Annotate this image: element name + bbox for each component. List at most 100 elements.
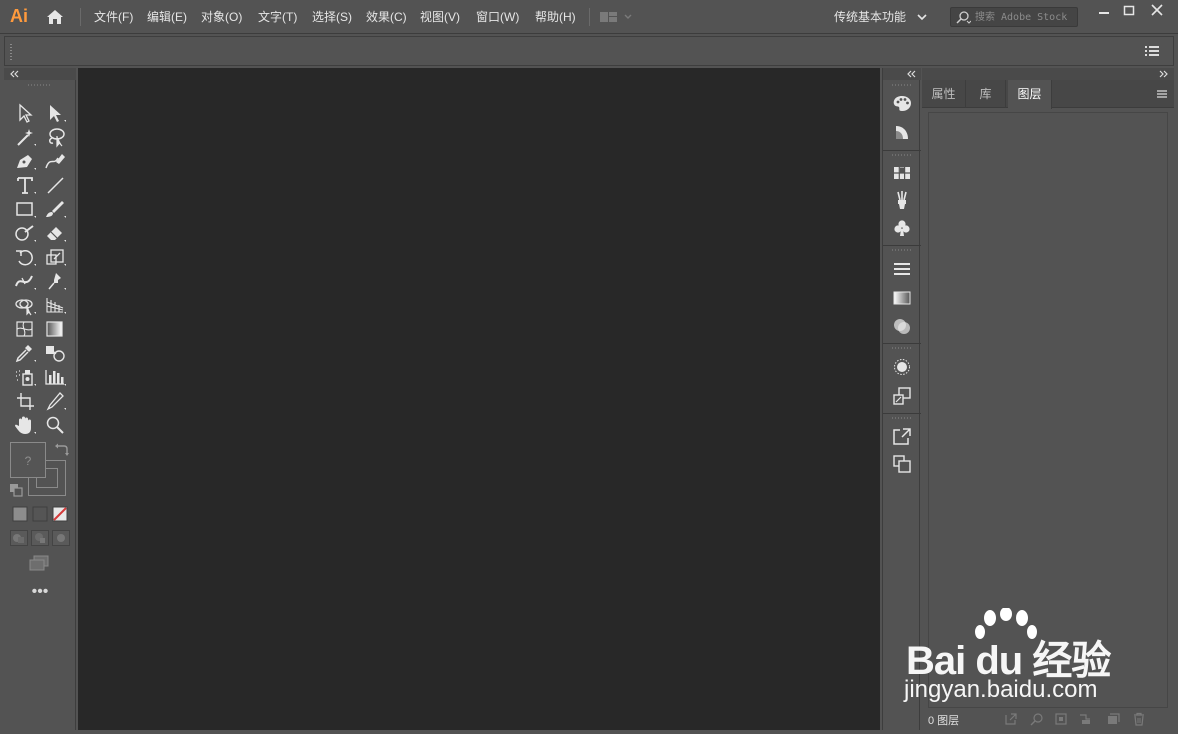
panel-menu-icon[interactable] — [1156, 88, 1168, 100]
grip-icon[interactable] — [892, 84, 912, 87]
draw-inside-icon[interactable] — [52, 530, 70, 546]
symbol-sprayer-tool[interactable] — [12, 366, 38, 388]
stroke-lines-icon[interactable] — [891, 259, 913, 279]
perspective-grid-tool[interactable] — [42, 294, 68, 316]
draw-normal-icon[interactable] — [10, 530, 28, 546]
minimize-icon — [1099, 12, 1109, 14]
symbols-club-icon[interactable] — [891, 218, 913, 238]
direct-selection-tool[interactable] — [42, 102, 68, 124]
draw-behind-icon[interactable] — [31, 530, 49, 546]
menu-edit[interactable]: 编辑(E) — [147, 9, 187, 25]
canvas-area[interactable] — [78, 68, 880, 730]
color-palette-icon[interactable] — [891, 93, 913, 113]
color-mode-icon[interactable] — [12, 506, 28, 522]
grip-icon[interactable] — [28, 84, 52, 87]
tab-layers[interactable]: 图层 — [1008, 80, 1052, 109]
layers-footer: 0 图层 — [922, 710, 1174, 728]
trash-icon[interactable] — [1132, 712, 1146, 726]
gradient-panel-icon[interactable] — [891, 288, 913, 308]
scale-tool[interactable] — [42, 246, 68, 268]
magic-wand-tool[interactable] — [12, 126, 38, 148]
rectangle-tool[interactable] — [12, 198, 38, 220]
blend-tool[interactable] — [42, 342, 68, 364]
chevron-down-icon[interactable] — [916, 11, 928, 23]
close-button[interactable] — [1145, 2, 1169, 20]
none-mode-icon[interactable] — [52, 506, 68, 522]
panel-menu-icon[interactable] — [1145, 45, 1159, 57]
swatches-icon[interactable] — [891, 163, 913, 183]
type-tool[interactable] — [12, 174, 38, 196]
hand-tool[interactable] — [12, 414, 38, 436]
paintbrush-tool[interactable] — [42, 198, 68, 220]
menu-select[interactable]: 选择(S) — [312, 9, 352, 25]
eyedropper-icon — [15, 345, 36, 363]
export-asset-icon[interactable] — [891, 426, 913, 446]
transparency-icon[interactable] — [891, 316, 913, 336]
gradient-tool[interactable] — [42, 318, 68, 340]
collapse-left-icon[interactable] — [10, 70, 20, 78]
new-layer-icon[interactable] — [1106, 712, 1120, 726]
rotate-tool[interactable] — [12, 246, 38, 268]
selection-tool[interactable] — [12, 102, 38, 124]
artboards-panel-icon[interactable] — [891, 454, 913, 474]
mesh-tool[interactable] — [12, 318, 38, 340]
collapse-right-icon[interactable] — [1158, 70, 1168, 78]
menu-window[interactable]: 窗口(W) — [476, 9, 519, 25]
pen-tool[interactable] — [12, 150, 38, 172]
screen-mode-icon[interactable] — [28, 554, 50, 572]
arrange-documents-button[interactable] — [598, 10, 636, 24]
eyedropper-tool[interactable] — [12, 342, 38, 364]
grip-icon[interactable] — [892, 417, 912, 420]
grip-icon[interactable] — [10, 44, 13, 60]
locate-object-icon[interactable] — [1030, 712, 1044, 726]
tab-libraries[interactable]: 库 — [966, 80, 1006, 108]
illustrator-window: Ai 文件(F) 编辑(E) 对象(O) 文字(T) 选择(S) 效果(C) 视… — [0, 0, 1178, 734]
lasso-tool[interactable] — [42, 126, 68, 148]
home-button[interactable] — [44, 7, 66, 27]
tab-properties[interactable]: 属性 — [922, 80, 966, 108]
new-sublayer-icon[interactable] — [1078, 712, 1092, 726]
menu-effect[interactable]: 效果(C) — [366, 9, 407, 25]
clipping-mask-icon[interactable] — [1054, 712, 1068, 726]
line-segment-tool[interactable] — [42, 174, 68, 196]
shaper-tool[interactable] — [12, 222, 38, 244]
menu-view[interactable]: 视图(V) — [420, 9, 460, 25]
menu-object[interactable]: 对象(O) — [201, 9, 242, 25]
minimize-button[interactable] — [1092, 2, 1116, 20]
fill-swatch[interactable]: ? — [10, 442, 46, 478]
appearance-sun-icon[interactable] — [891, 357, 913, 377]
grip-icon[interactable] — [892, 347, 912, 350]
brushes-icon[interactable] — [891, 190, 913, 210]
width-tool[interactable] — [12, 270, 38, 292]
menu-type[interactable]: 文字(T) — [258, 9, 297, 25]
maximize-button[interactable] — [1117, 2, 1141, 20]
scale-icon — [46, 249, 66, 266]
zoom-tool[interactable] — [42, 414, 68, 436]
swap-fill-stroke-icon[interactable] — [54, 442, 70, 458]
search-icon — [956, 11, 971, 24]
graphic-styles-icon[interactable] — [891, 386, 913, 406]
gradient-mode-icon[interactable] — [32, 506, 48, 522]
artboard-tool[interactable] — [12, 390, 38, 412]
menu-file[interactable]: 文件(F) — [94, 9, 133, 25]
default-fill-stroke-icon[interactable] — [8, 482, 24, 498]
curvature-tool[interactable] — [42, 150, 68, 172]
edit-toolbar-button[interactable]: ••• — [26, 584, 54, 600]
workspace-switcher[interactable]: 传统基本功能 — [834, 9, 906, 25]
menu-bar: Ai 文件(F) 编辑(E) 对象(O) 文字(T) 选择(S) 效果(C) 视… — [0, 0, 1178, 34]
grip-icon[interactable] — [892, 154, 912, 157]
stock-search[interactable] — [950, 7, 1078, 27]
collapse-left-icon[interactable] — [907, 70, 917, 78]
panel-tabs: 属性 库 图层 — [922, 80, 1174, 109]
puppet-warp-tool[interactable] — [42, 270, 68, 292]
menu-help[interactable]: 帮助(H) — [535, 9, 576, 25]
slice-tool[interactable] — [42, 390, 68, 412]
column-graph-tool[interactable] — [42, 366, 68, 388]
rectangle-icon — [16, 202, 36, 218]
shape-builder-tool[interactable] — [12, 294, 38, 316]
search-input[interactable] — [975, 9, 1075, 25]
grip-icon[interactable] — [892, 249, 912, 252]
export-layer-icon[interactable] — [1004, 712, 1018, 726]
color-guide-icon[interactable] — [891, 122, 913, 142]
eraser-tool[interactable] — [42, 222, 68, 244]
